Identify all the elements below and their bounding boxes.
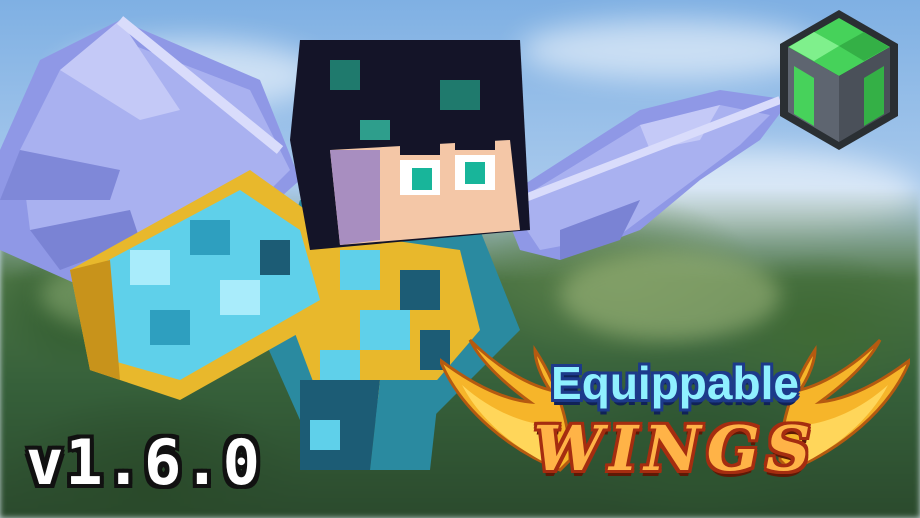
title-line-equippable: Equippable [551,357,799,409]
cube-logo-icon [780,10,898,150]
version-label: v1.6.0 [26,426,262,499]
title-logo: Equippable WINGS [440,330,910,510]
player-head [290,40,530,250]
title-line-wings: WINGS [533,412,817,485]
right-wing [500,90,790,260]
